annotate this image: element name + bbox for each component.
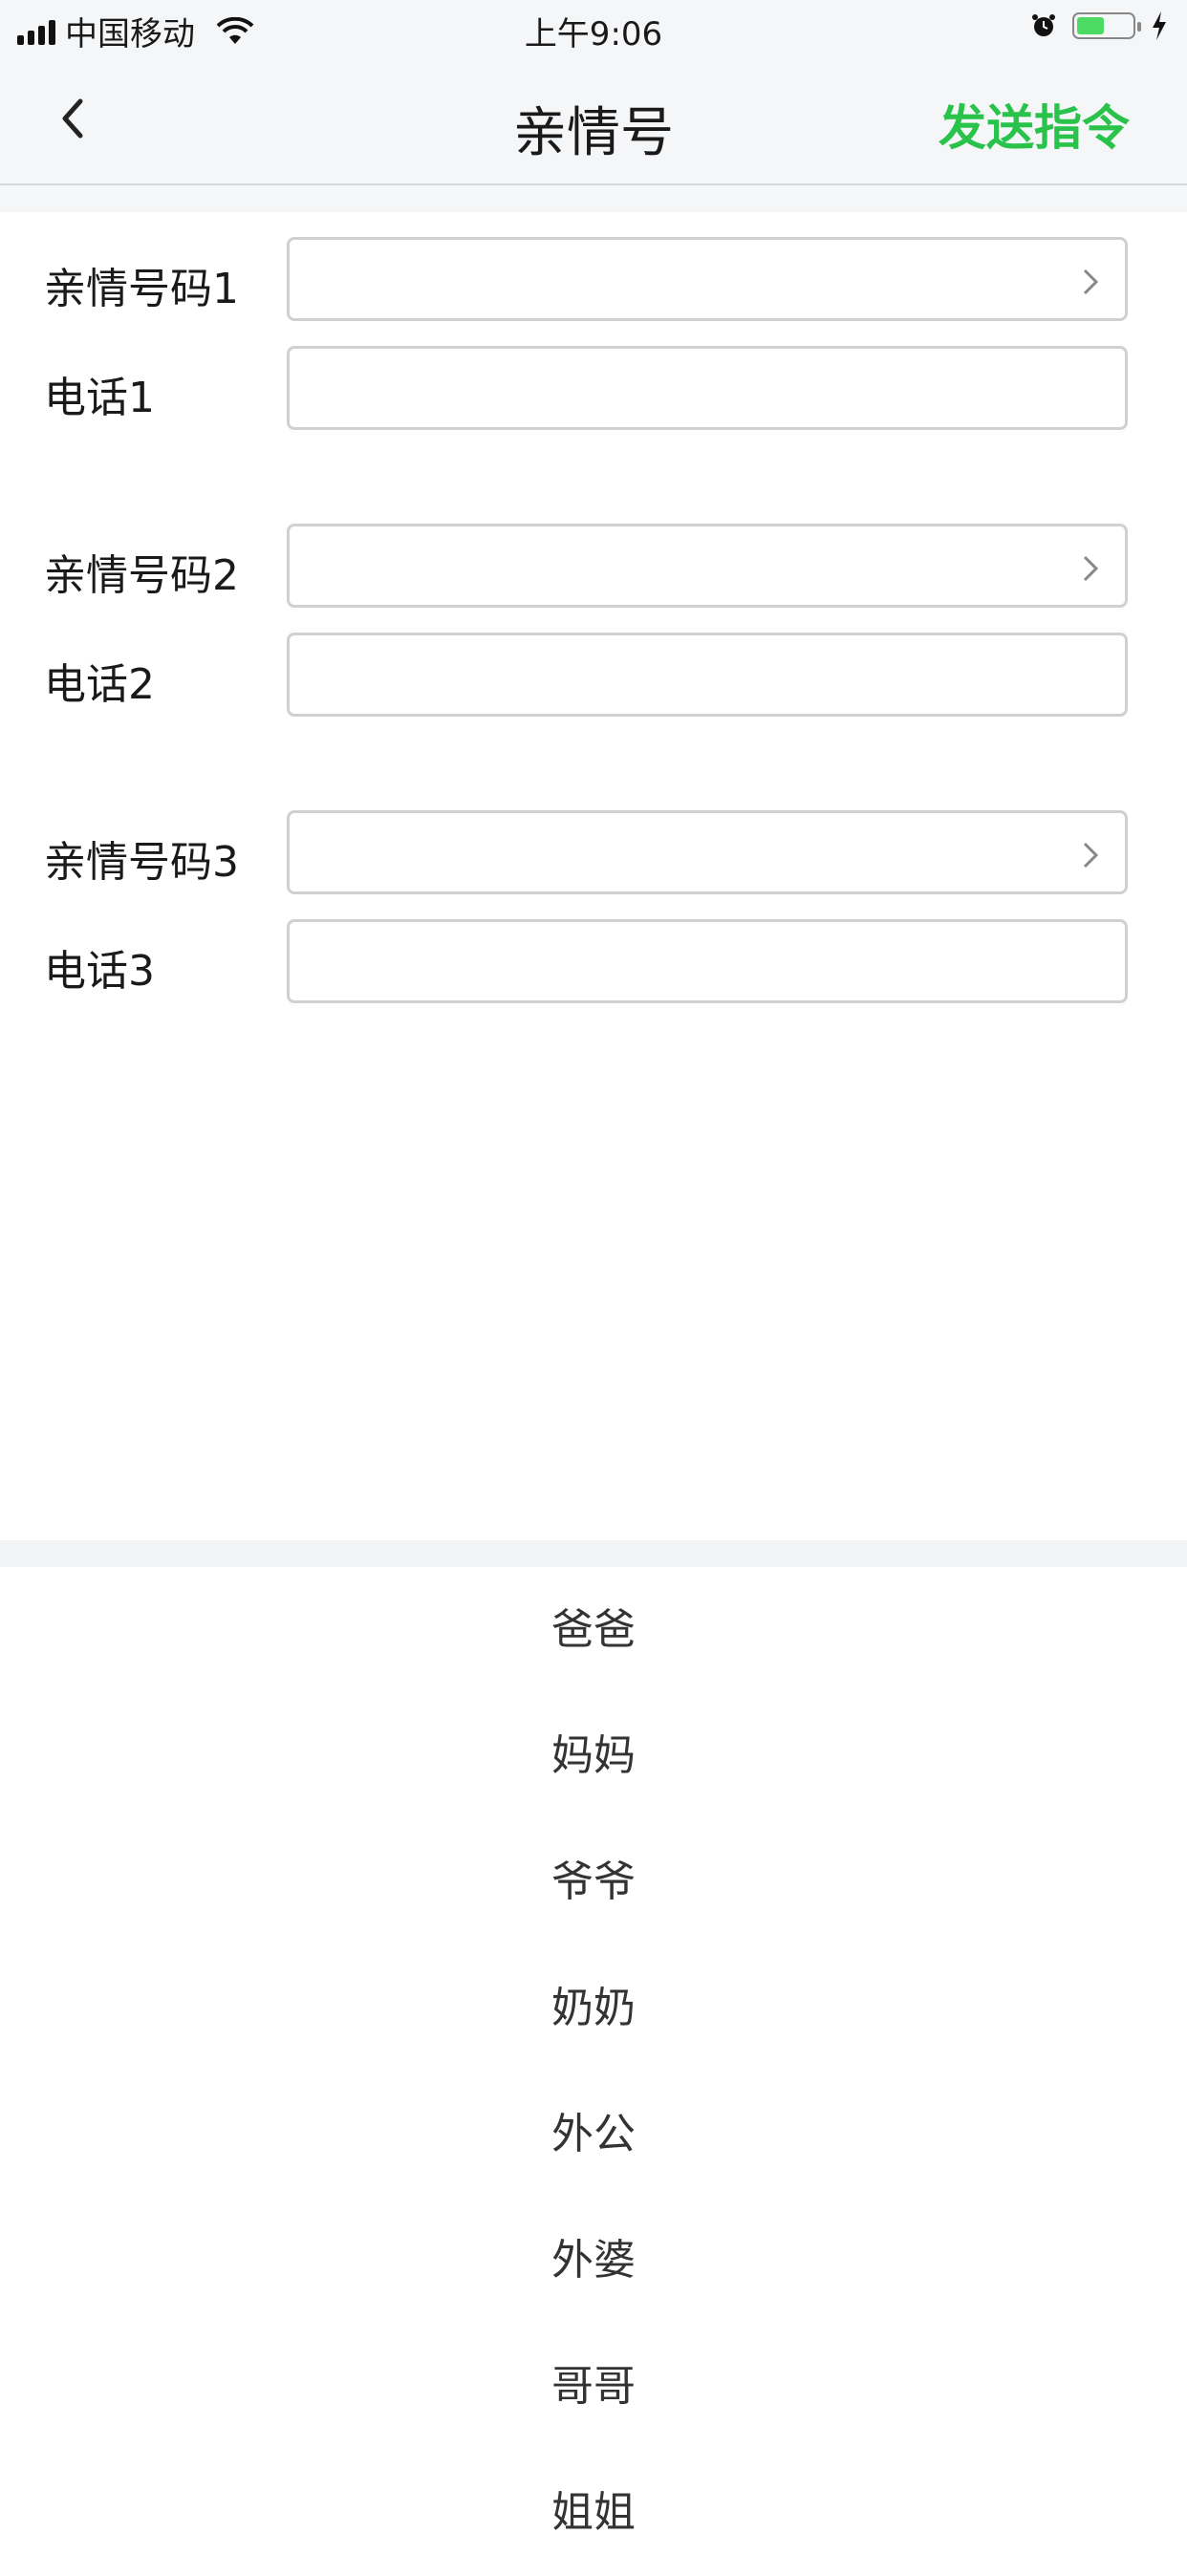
status-time: 上午9:06 [524, 15, 663, 54]
relation-label-3: 亲情号码3 [44, 838, 239, 887]
section-divider [0, 185, 1187, 212]
phone-input-1[interactable] [287, 346, 1128, 430]
relation-label-1: 亲情号码1 [44, 265, 239, 313]
battery-level [1077, 17, 1104, 34]
alarm-icon [1032, 14, 1055, 36]
relation-select-1[interactable] [287, 237, 1128, 321]
picker-option-grandpa-maternal[interactable]: 外公 [0, 2072, 1187, 2200]
charging-icon [1153, 11, 1166, 40]
picker-option-dad[interactable]: 爸爸 [0, 1567, 1187, 1695]
relation-row-3: 亲情号码3 [0, 810, 1187, 898]
picker-option-grandma-paternal[interactable]: 奶奶 [0, 1945, 1187, 2073]
chevron-right-icon [1083, 842, 1099, 869]
phone-row-2: 电话2 [0, 633, 1187, 720]
chevron-right-icon [1083, 555, 1099, 582]
relation-row-2: 亲情号码2 [0, 524, 1187, 612]
chevron-right-icon [1083, 268, 1099, 295]
phone-input-2[interactable] [287, 633, 1128, 717]
picker-option-grandpa-paternal[interactable]: 爷爷 [0, 1819, 1187, 1947]
status-right [1030, 11, 1168, 40]
phone-label-3: 电话3 [44, 947, 155, 996]
phone-label-1: 电话1 [44, 374, 155, 422]
picker-option-mom[interactable]: 妈妈 [0, 1693, 1187, 1821]
phone-row-1: 电话1 [0, 346, 1187, 434]
picker-option-older-brother[interactable]: 哥哥 [0, 2324, 1187, 2452]
picker-sheet-header [0, 1540, 1187, 1567]
phone-input-3[interactable] [287, 919, 1128, 1003]
phone-label-2: 电话2 [44, 660, 155, 709]
picker-option-older-sister[interactable]: 姐姐 [0, 2450, 1187, 2576]
relation-row-1: 亲情号码1 [0, 237, 1187, 325]
battery-icon [1072, 12, 1141, 39]
send-command-button[interactable]: 发送指令 [939, 90, 1130, 159]
relation-label-2: 亲情号码2 [44, 551, 239, 600]
status-bar: 中国移动 上午9:06 [0, 0, 1187, 57]
phone-row-3: 电话3 [0, 919, 1187, 1007]
relation-select-2[interactable] [287, 524, 1128, 608]
relation-select-3[interactable] [287, 810, 1128, 894]
navigation-bar: 亲情号 发送指令 [0, 57, 1187, 185]
picker-option-grandma-maternal[interactable]: 外婆 [0, 2198, 1187, 2326]
